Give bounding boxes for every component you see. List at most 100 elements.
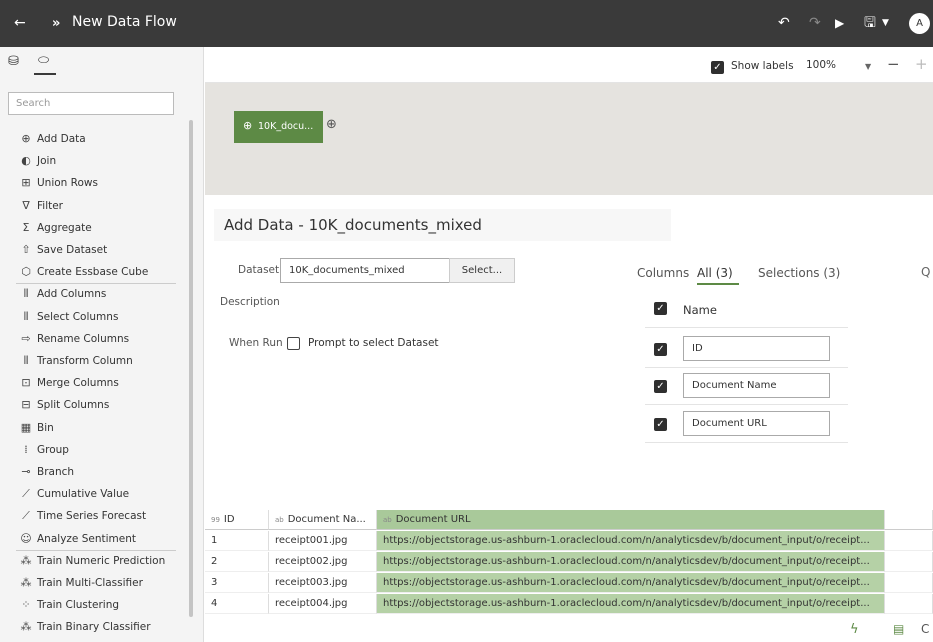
avatar[interactable]: A [909,13,930,34]
row-id-cell[interactable]: 2 [205,552,269,572]
sidebar-step-label: Filter [37,199,64,212]
steps-tab-underline [34,73,56,75]
document-url-cell[interactable]: https://objectstorage.us-ashburn-1.oracl… [377,573,885,593]
branch-icon: ⊸ [21,465,31,478]
search-input[interactable]: Search [8,92,174,115]
prompt-dataset-label: Prompt to select Dataset [308,337,439,349]
document-name-cell[interactable]: receipt003.jpg [269,573,377,593]
tab-all[interactable]: All (3) [697,266,733,280]
split-columns-icon: ⊟ [21,398,31,412]
select-all-columns-checkbox[interactable]: ✓ [654,302,667,315]
add-data-node[interactable]: ⊕ 10K_docu... [234,111,323,143]
table-view-icon[interactable]: ▤ [893,622,904,636]
sidebar-separator [16,549,176,551]
steps-tab-icon[interactable]: ⬭ [38,53,49,68]
sidebar-step-time-series-forecast[interactable]: ⟋ Time Series Forecast [19,509,146,523]
sidebar-separator [16,283,176,285]
row-id-cell[interactable]: 1 [205,531,269,551]
sidebar-step-label: Transform Column [37,355,133,367]
status-bar: ϟ ▤ C [205,617,933,642]
steps-sidebar: ⛁ ⬭ Search ⊕ Add Data ◐ Join ⊞ Union Rows ∇ Fil… [0,47,204,642]
document-url-cell[interactable]: https://objectstorage.us-ashburn-1.oracl… [377,594,885,614]
sidebar-step-label: Create Essbase Cube [37,266,149,279]
app-header: ← » New Data Flow ↶ ↷ ▶ 🖫 ▼ A [0,0,933,47]
sidebar-step-split-columns[interactable]: ⊟ Split Columns [19,398,109,411]
zoom-level[interactable]: 100% [806,59,836,71]
sidebar-step-group[interactable]: ⁞ Group [19,443,69,456]
document-name-cell[interactable]: receipt004.jpg [269,594,377,614]
join-icon: ◐ [21,154,31,168]
sidebar-step-branch[interactable]: ⊸ Branch [19,465,74,478]
document-name-cell[interactable]: receipt002.jpg [269,552,377,572]
sidebar-step-label: Cumulative Value [37,488,130,501]
sidebar-step-add-data[interactable]: ⊕ Add Data [19,132,86,145]
sidebar-step-label: Train Numeric Prediction [37,554,166,567]
document-url-cell[interactable]: https://objectstorage.us-ashburn-1.oracl… [377,531,885,551]
sidebar-step-train-multi-classifier[interactable]: ⁂ Train Multi-Classifier [19,576,143,589]
sidebar-step-rename-columns[interactable]: ⇨ Rename Columns [19,332,129,345]
sidebar-step-add-columns[interactable]: ⫴ Add Columns [19,287,107,301]
sidebar-step-save-dataset[interactable]: ⇧ Save Dataset [19,243,107,256]
dataset-field[interactable]: 10K_documents_mixed [280,258,450,283]
tab-selections[interactable]: Selections (3) [758,266,840,280]
forecast-icon: ⟋ [22,509,30,523]
select-dataset-button[interactable]: Select... [449,258,515,283]
divider [645,404,848,405]
run-icon[interactable]: ▶ [835,0,844,47]
undo-icon[interactable]: ↶ [778,0,790,47]
column-checkbox[interactable]: ✓ [654,380,667,393]
sidebar-scrollbar[interactable] [189,120,193,617]
database-icon[interactable]: ⛁ [8,54,19,69]
redo-icon[interactable]: ↷ [809,0,821,47]
description-label: Description [220,296,280,308]
column-checkbox[interactable]: ✓ [654,418,667,431]
sidebar-step-filter[interactable]: ∇ Filter [19,199,63,212]
save-icon[interactable]: 🖫 [864,0,876,47]
sidebar-step-merge-columns[interactable]: ⊡ Merge Columns [19,376,118,389]
sidebar-step-bin[interactable]: ▦ Bin [19,421,54,434]
sidebar-step-label: Select Columns [37,310,119,323]
document-url-cell[interactable]: https://objectstorage.us-ashburn-1.oracl… [377,552,885,572]
zoom-in-icon[interactable]: + [915,55,928,73]
sidebar-step-train-binary-classifier[interactable]: ⁂ Train Binary Classifier [19,620,151,633]
union-rows-icon: ⊞ [21,176,31,190]
sidebar-step-create-essbase-cube[interactable]: ⬡ Create Essbase Cube [19,265,148,278]
document-name-cell[interactable]: receipt001.jpg [269,531,377,551]
sidebar-step-train-numeric-prediction[interactable]: ⁂ Train Numeric Prediction [19,554,166,567]
column-name-field[interactable]: Document Name [683,373,830,398]
sidebar-step-select-columns[interactable]: ⫴ Select Columns [19,310,119,324]
column-type-badge: 99 [211,516,220,524]
sidebar-step-union-rows[interactable]: ⊞ Union Rows [19,176,98,189]
prompt-dataset-checkbox[interactable] [287,337,300,350]
sidebar-step-label: Add Data [37,133,86,145]
row-id-cell[interactable]: 3 [205,573,269,593]
save-menu-chevron-icon[interactable]: ▼ [882,0,889,47]
back-arrow-icon[interactable]: ← [14,0,26,47]
search-columns-icon[interactable]: Q [921,265,930,279]
column-name-field[interactable]: Document URL [683,411,830,436]
sidebar-step-join[interactable]: ◐ Join [19,154,56,167]
column-header-id[interactable]: 99 ID [205,510,269,530]
sidebar-step-aggregate[interactable]: Σ Aggregate [19,221,92,234]
sidebar-step-cumulative-value[interactable]: ⟋ Cumulative Value [19,487,129,501]
sidebar-step-analyze-sentiment[interactable]: ☺ Analyze Sentiment [19,532,136,545]
table-row-filler [885,573,933,593]
column-header-document-url[interactable]: ab Document URL [377,510,885,530]
column-checkbox[interactable]: ✓ [654,343,667,356]
sidebar-step-label: Save Dataset [37,244,108,256]
column-name-field[interactable]: ID [683,336,830,361]
zoom-out-icon[interactable]: − [887,55,900,73]
add-step-icon[interactable]: ⊕ [326,117,337,132]
sidebar-step-train-clustering[interactable]: ⁘ Train Clustering [19,598,119,611]
multi-classifier-icon: ⁂ [20,576,32,589]
lightning-icon[interactable]: ϟ [850,622,859,637]
zoom-dropdown-chevron-icon[interactable]: ▼ [865,62,871,71]
sidebar-step-label: Union Rows [37,177,98,190]
row-id-cell[interactable]: 4 [205,594,269,614]
columns-label: Columns [637,266,690,280]
show-labels-checkbox[interactable]: ✓ [711,61,724,74]
sidebar-step-label: Bin [37,421,54,434]
more-icon[interactable]: C [921,622,929,636]
sidebar-step-transform-column[interactable]: ⫴ Transform Column [19,354,133,368]
column-header-document-na[interactable]: ab Document Na... [269,510,377,530]
